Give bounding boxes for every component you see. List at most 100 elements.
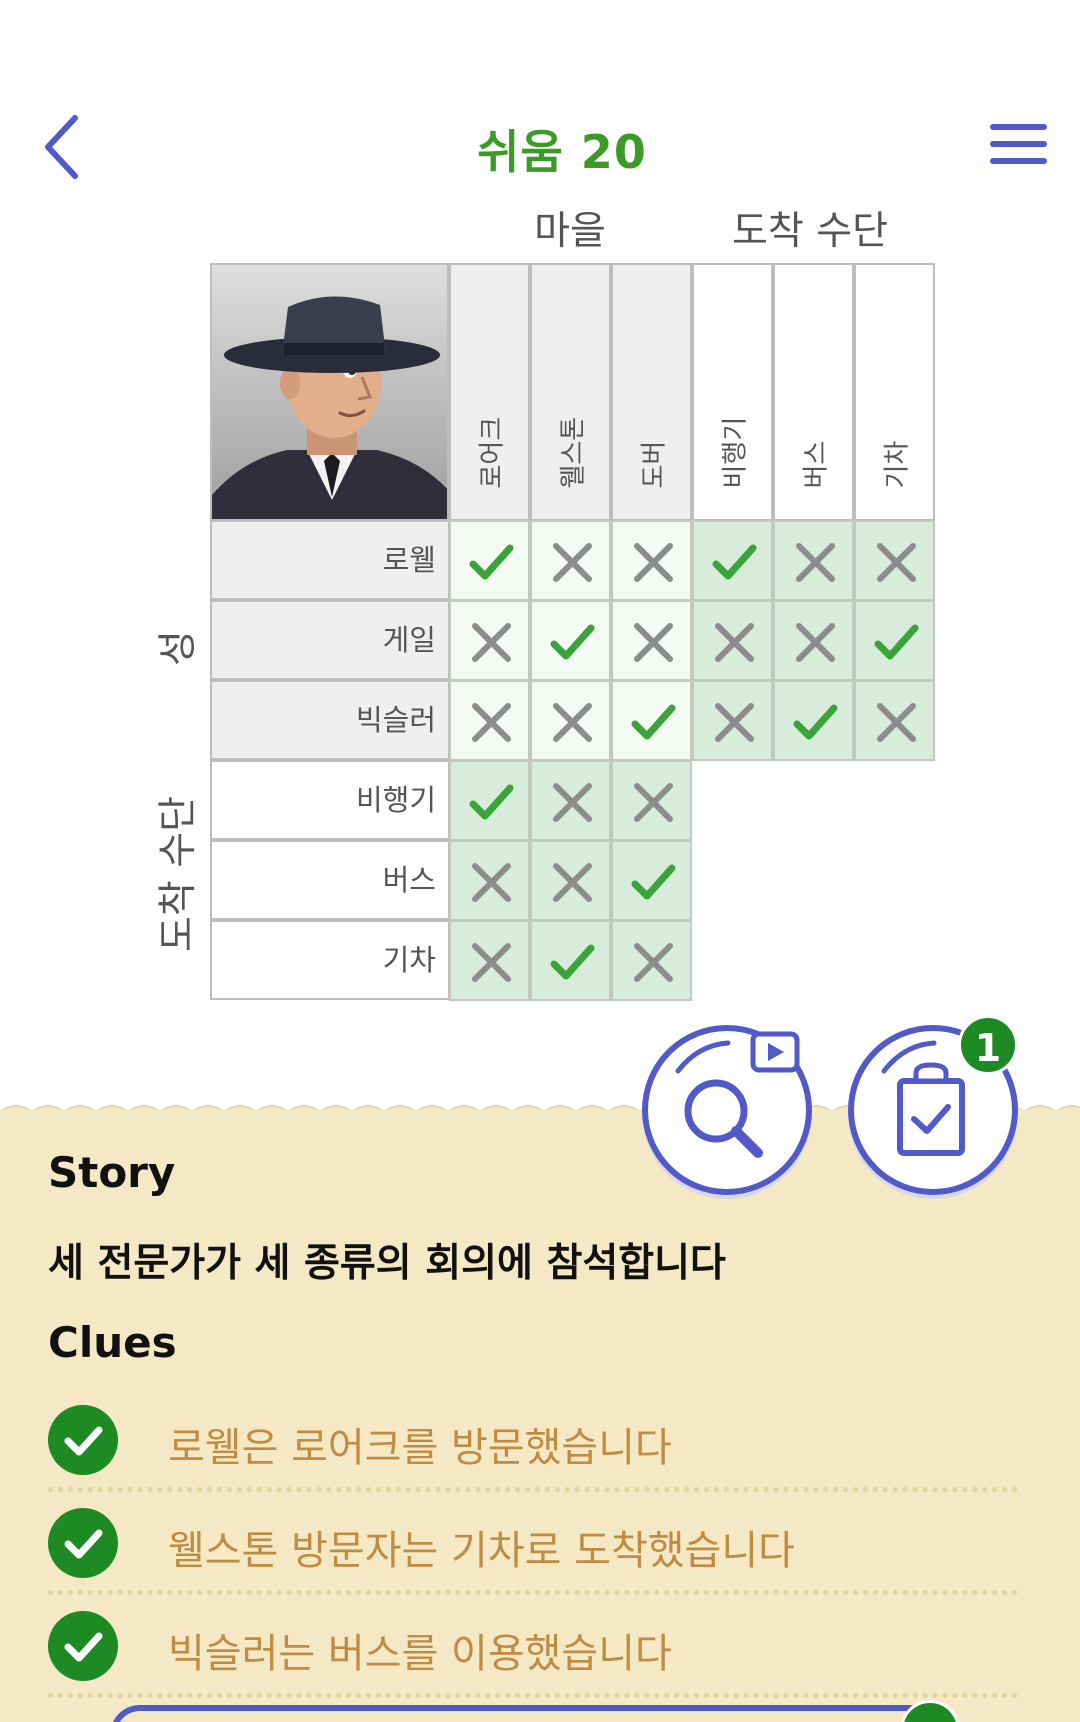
divider	[48, 1590, 1018, 1595]
story-text: 세 전문가가 세 종류의 회의에 참석합니다	[48, 1241, 726, 1286]
grid-cell[interactable]	[773, 520, 854, 601]
x-icon	[634, 943, 673, 982]
check-circle-icon	[48, 1508, 118, 1578]
row-header-bixler: 빅슬러	[210, 680, 450, 760]
grid-cell[interactable]	[854, 520, 935, 601]
column-header-wellston: 웰스톤	[530, 263, 611, 521]
column-group-label-arrival: 도착 수단	[732, 209, 888, 254]
x-icon	[796, 623, 835, 662]
grid-cell[interactable]	[530, 600, 611, 681]
x-icon	[472, 863, 511, 902]
grid-cell[interactable]	[449, 840, 530, 921]
x-icon	[553, 783, 592, 822]
row-group-label-surname: 성	[156, 630, 201, 666]
row-header-plane: 비행기	[210, 760, 450, 840]
grid-cell[interactable]	[449, 520, 530, 601]
clue-text: 로웰은 로어크를 방문했습니다	[168, 1425, 672, 1471]
clue-item[interactable]: 로웰은 로어크를 방문했습니다	[48, 1395, 1018, 1495]
grid-cell[interactable]	[611, 520, 692, 601]
x-icon	[877, 543, 916, 582]
check-icon	[874, 624, 919, 660]
column-header-bus: 버스	[773, 263, 854, 521]
hamburger-menu-icon	[990, 124, 1047, 164]
x-icon	[796, 543, 835, 582]
grid-cell[interactable]	[692, 600, 773, 681]
check-circle-icon	[48, 1611, 118, 1681]
grid-cell[interactable]	[611, 840, 692, 921]
notes-count-badge: 1	[958, 1015, 1018, 1075]
x-icon	[715, 703, 754, 742]
check-circle-icon	[48, 1405, 118, 1475]
check-icon	[550, 944, 595, 980]
column-header-train: 기차	[854, 263, 935, 521]
x-icon	[715, 623, 754, 662]
column-header-plane: 비행기	[692, 263, 773, 521]
x-icon	[553, 863, 592, 902]
row-header-lowell: 로웰	[210, 520, 450, 600]
column-header-label: 기차	[882, 440, 912, 489]
column-header-label: 로어크	[477, 416, 507, 489]
x-icon	[553, 703, 592, 742]
column-group-label-town: 마을	[534, 209, 606, 254]
x-icon	[877, 703, 916, 742]
grid-cell[interactable]	[530, 520, 611, 601]
check-icon	[793, 704, 838, 740]
check-icon	[469, 784, 514, 820]
detective-illustration	[212, 296, 447, 519]
grid-cell[interactable]	[773, 600, 854, 681]
grid-cell[interactable]	[611, 920, 692, 1001]
grid-cell[interactable]	[449, 600, 530, 681]
grid-cell[interactable]	[449, 760, 530, 841]
check-icon	[631, 704, 676, 740]
clues-heading: Clues	[48, 1318, 177, 1367]
grid-cell[interactable]	[773, 680, 854, 761]
grid-cell[interactable]	[692, 680, 773, 761]
row-header-bus: 버스	[210, 840, 450, 920]
clue-item[interactable]: 빅슬러는 버스를 이용했습니다	[48, 1601, 1018, 1701]
divider	[48, 1487, 1018, 1492]
column-header-label: 버스	[801, 440, 831, 489]
x-icon	[472, 703, 511, 742]
check-icon	[631, 864, 676, 900]
x-icon	[472, 623, 511, 662]
detective-portrait	[210, 263, 449, 521]
clue-text: 웰스톤 방문자는 기차로 도착했습니다	[168, 1528, 795, 1574]
column-header-label: 웰스톤	[558, 416, 588, 489]
grid-cell[interactable]	[449, 920, 530, 1001]
row-header-gale: 게일	[210, 600, 450, 680]
x-icon	[472, 943, 511, 982]
bottom-action-bar[interactable]	[110, 1705, 940, 1722]
column-header-label: 도버	[639, 440, 669, 489]
check-icon	[550, 624, 595, 660]
clue-item[interactable]: 웰스톤 방문자는 기차로 도착했습니다	[48, 1498, 1018, 1598]
grid-cell[interactable]	[530, 840, 611, 921]
menu-button[interactable]	[990, 122, 1047, 166]
grid-cell[interactable]	[530, 760, 611, 841]
grid-cell[interactable]	[611, 760, 692, 841]
divider	[48, 1693, 1018, 1698]
clue-text: 빅슬러는 버스를 이용했습니다	[168, 1631, 672, 1677]
grid-cell[interactable]	[611, 600, 692, 681]
grid-cell[interactable]	[530, 680, 611, 761]
page-title: 쉬움 20	[477, 125, 647, 179]
x-icon	[553, 543, 592, 582]
check-icon	[469, 544, 514, 580]
x-icon	[634, 543, 673, 582]
column-header-roark: 로어크	[449, 263, 530, 521]
x-icon	[634, 623, 673, 662]
row-group-label-arrival: 도착 수단	[156, 796, 201, 952]
x-icon	[634, 783, 673, 822]
magnifier-video-icon	[675, 1031, 800, 1158]
grid-cell[interactable]	[530, 920, 611, 1001]
grid-cell[interactable]	[611, 680, 692, 761]
grid-cell[interactable]	[449, 680, 530, 761]
hint-button[interactable]	[642, 1025, 812, 1195]
row-header-train: 기차	[210, 920, 450, 1000]
story-heading: Story	[48, 1148, 176, 1197]
grid-cell[interactable]	[692, 520, 773, 601]
column-header-label: 비행기	[720, 416, 750, 489]
grid-cell[interactable]	[854, 600, 935, 681]
check-icon	[712, 544, 757, 580]
grid-cell[interactable]	[854, 680, 935, 761]
column-header-dover: 도버	[611, 263, 692, 521]
